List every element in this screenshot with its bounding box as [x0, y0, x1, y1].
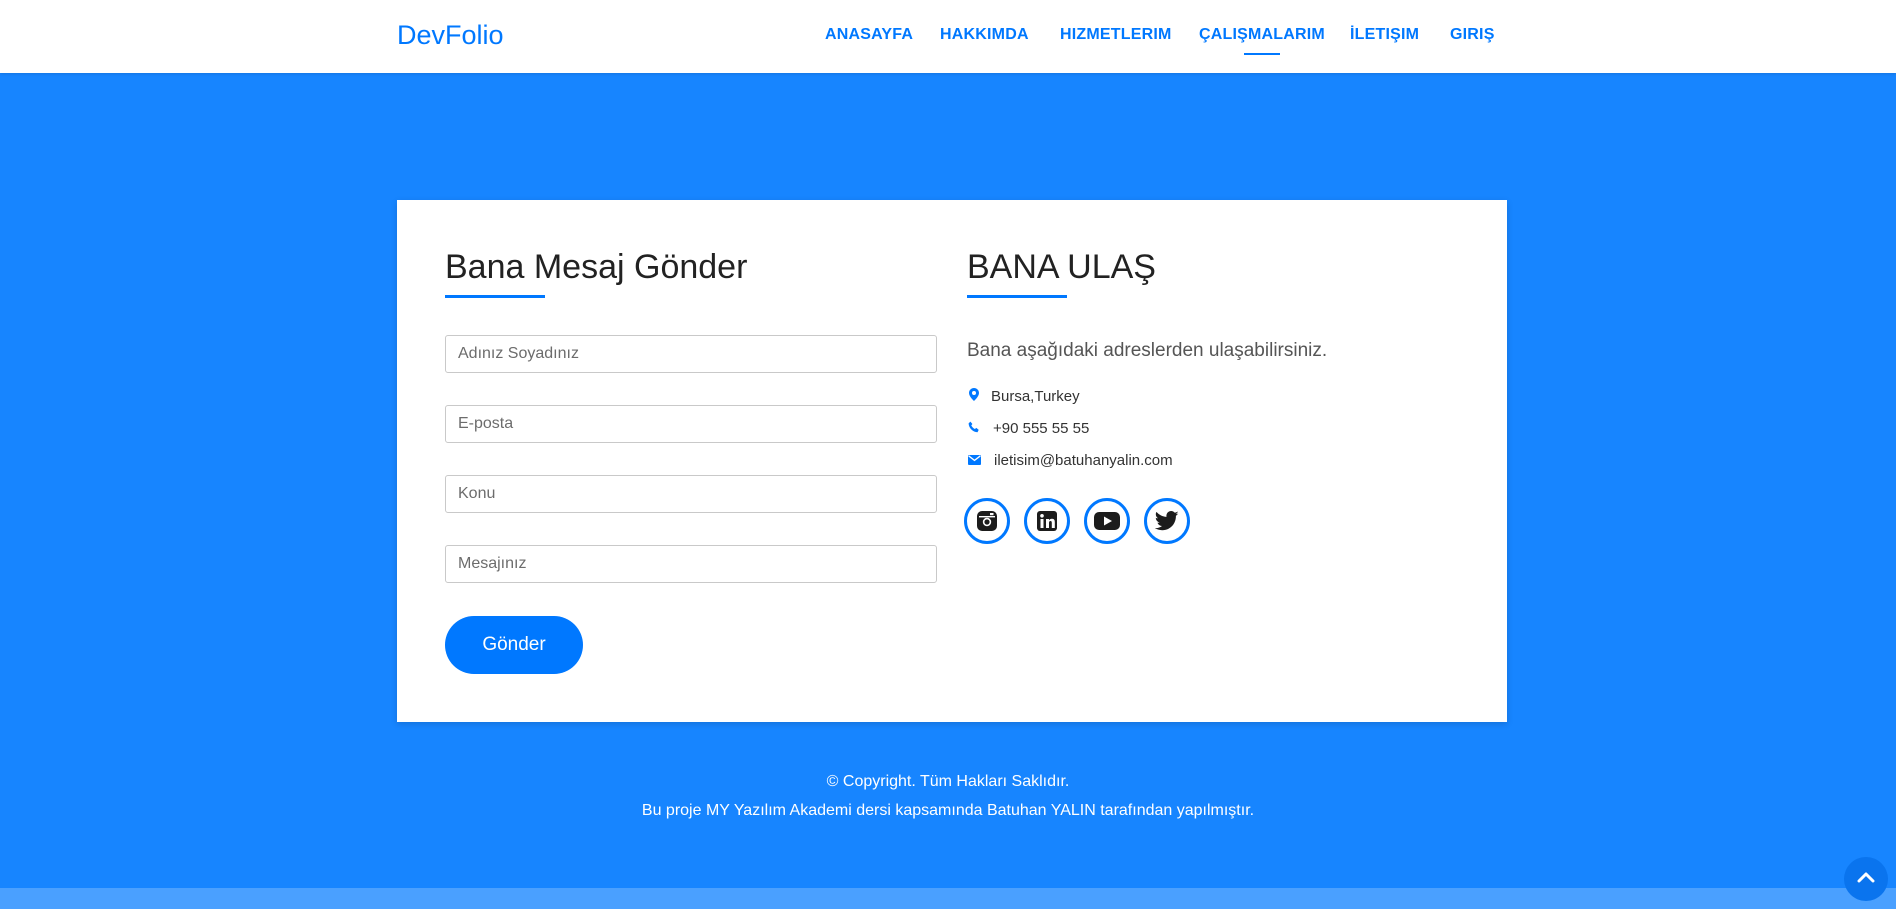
nav-item-iletisim[interactable]: İLETIŞIM	[1350, 26, 1419, 44]
footer-credit: Bu proje MY Yazılım Akademi dersi kapsam…	[641, 802, 1255, 819]
bottom-strip	[0, 888, 1896, 909]
contact-lead-text: Bana aşağıdaki adreslerden ulaşabilirsin…	[967, 340, 1328, 361]
chevron-up-icon	[1857, 870, 1875, 888]
email-row: iletisim@batuhanyalin.com	[967, 452, 1173, 469]
twitter-icon[interactable]	[1144, 498, 1190, 544]
footer-copyright: © Copyright. Tüm Hakları Saklıdır.	[826, 773, 1070, 790]
linkedin-icon[interactable]	[1024, 498, 1070, 544]
location-row: Bursa,Turkey	[967, 388, 1080, 405]
phone-icon	[967, 420, 981, 437]
nav-item-calismalarim[interactable]: ÇALIŞMALARIM	[1199, 26, 1325, 55]
name-input[interactable]	[445, 335, 937, 373]
email-input[interactable]	[445, 405, 937, 443]
map-pin-icon	[967, 388, 981, 405]
phone-text: +90 555 55 55	[993, 420, 1090, 437]
form-title: Bana Mesaj Gönder	[445, 248, 748, 286]
nav-item-anasayfa[interactable]: ANASAYFA	[825, 26, 913, 44]
phone-row: +90 555 55 55	[967, 420, 1089, 437]
email-text[interactable]: iletisim@batuhanyalin.com	[994, 452, 1173, 469]
contact-card: Bana Mesaj Gönder Gönder BANA ULAŞ Bana …	[397, 200, 1507, 722]
youtube-icon[interactable]	[1084, 498, 1130, 544]
message-input[interactable]	[445, 545, 937, 583]
send-button[interactable]: Gönder	[445, 616, 583, 674]
back-to-top-button[interactable]	[1844, 857, 1888, 901]
envelope-icon	[967, 452, 981, 469]
instagram-icon[interactable]	[964, 498, 1010, 544]
nav-item-hakkimda[interactable]: HAKKIMDA	[940, 26, 1029, 44]
contact-title: BANA ULAŞ	[967, 248, 1156, 286]
form-title-underline	[445, 295, 545, 298]
nav-item-hizmetlerim[interactable]: HIZMETLERIM	[1060, 26, 1172, 44]
brand-logo[interactable]: DevFolio	[397, 20, 504, 51]
navbar: DevFolio ANASAYFA HAKKIMDA HIZMETLERIM Ç…	[0, 0, 1896, 73]
subject-input[interactable]	[445, 475, 937, 513]
location-text: Bursa,Turkey	[991, 388, 1080, 405]
nav-item-giris[interactable]: GIRIŞ	[1450, 26, 1495, 44]
contact-title-underline	[967, 295, 1067, 298]
